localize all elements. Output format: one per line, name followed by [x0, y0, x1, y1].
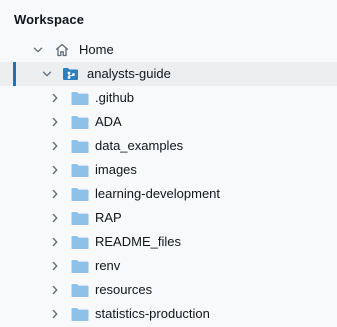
chevron-right-icon[interactable] [48, 182, 62, 206]
chevron-down-icon[interactable] [31, 38, 45, 62]
tree-item-resources[interactable]: resources [0, 278, 337, 302]
chevron-right-icon[interactable] [48, 230, 62, 254]
home-icon [54, 38, 72, 62]
tree-item-renv[interactable]: renv [0, 254, 337, 278]
chevron-right-icon[interactable] [48, 134, 62, 158]
tree-item-label: .github [95, 90, 135, 105]
tree-item-home[interactable]: Home [0, 38, 337, 62]
tree-item-label: images [95, 162, 137, 177]
folder-icon [71, 86, 89, 110]
tree-item-analysts-guide[interactable]: analysts-guide [0, 62, 337, 86]
tree-item-label: renv [95, 258, 121, 273]
tree-item-statistics-production[interactable]: statistics-production [0, 302, 337, 326]
tree-item-label: statistics-production [95, 306, 210, 321]
chevron-right-icon[interactable] [48, 302, 62, 326]
chevron-right-icon[interactable] [48, 278, 62, 302]
chevron-right-icon[interactable] [48, 254, 62, 278]
tree-item-label: README_files [95, 234, 181, 249]
tree-item-data-examples[interactable]: data_examples [0, 134, 337, 158]
folder-icon [71, 206, 89, 230]
chevron-right-icon[interactable] [48, 158, 62, 182]
tree-item-label: analysts-guide [87, 66, 171, 81]
git-repo-icon [62, 62, 80, 86]
chevron-right-icon[interactable] [48, 110, 62, 134]
folder-icon [71, 278, 89, 302]
tree-item-learning-development[interactable]: learning-development [0, 182, 337, 206]
folder-icon [71, 230, 89, 254]
folder-icon [71, 254, 89, 278]
chevron-right-icon[interactable] [48, 86, 62, 110]
workspace-panel: Workspace Home analysts-guide .github AD… [0, 0, 337, 327]
selection-indicator [13, 62, 16, 86]
tree-item-label: Home [79, 42, 114, 57]
tree-item-github[interactable]: .github [0, 86, 337, 110]
chevron-right-icon[interactable] [48, 206, 62, 230]
tree-item-rap[interactable]: RAP [0, 206, 337, 230]
folder-icon [71, 158, 89, 182]
tree-item-readme-files[interactable]: README_files [0, 230, 337, 254]
tree-item-label: learning-development [95, 186, 221, 201]
tree-item-ada[interactable]: ADA [0, 110, 337, 134]
chevron-down-icon[interactable] [40, 62, 54, 86]
tree-item-images[interactable]: images [0, 158, 337, 182]
folder-icon [71, 110, 89, 134]
panel-title: Workspace [14, 12, 85, 27]
file-tree: Home analysts-guide .github ADA data_examp… [0, 38, 337, 326]
tree-item-label: ADA [95, 114, 122, 129]
folder-icon [71, 182, 89, 206]
tree-item-label: data_examples [95, 138, 184, 153]
folder-icon [71, 134, 89, 158]
tree-item-label: resources [95, 282, 153, 297]
folder-icon [71, 302, 89, 326]
tree-item-label: RAP [95, 210, 122, 225]
